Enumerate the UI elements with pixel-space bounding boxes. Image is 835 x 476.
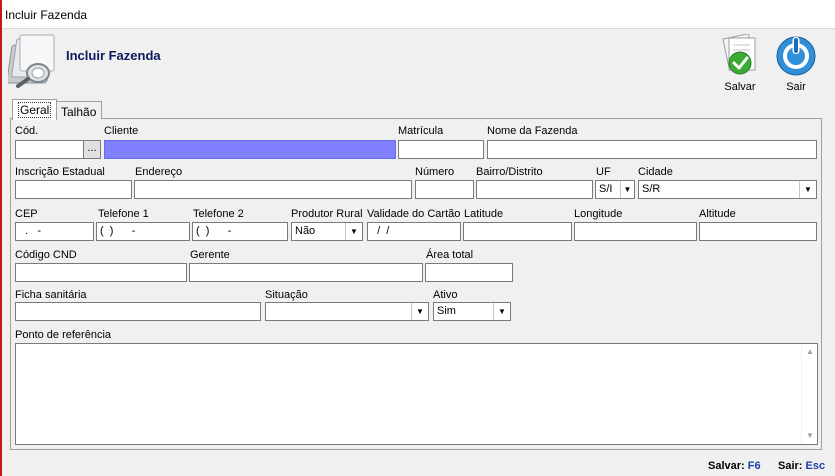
exit-button-label: Sair xyxy=(786,81,806,93)
tab-geral[interactable]: Geral xyxy=(12,99,58,120)
longitude-label: Longitude xyxy=(574,208,623,220)
altitude-label: Altitude xyxy=(699,208,736,220)
cod-lookup-button[interactable]: ... xyxy=(83,140,101,159)
latitude-input[interactable] xyxy=(463,222,572,241)
ficha-sanitaria-input[interactable] xyxy=(15,302,261,321)
uf-select-value: S/I xyxy=(599,183,613,195)
area-total-label: Área total xyxy=(426,249,474,261)
power-icon xyxy=(775,34,817,76)
latitude-label: Latitude xyxy=(464,208,504,220)
folder-magnifier-icon xyxy=(6,31,66,89)
window-edge-accent xyxy=(0,0,2,476)
ponto-referencia-label: Ponto de referência xyxy=(15,329,112,341)
numero-input[interactable] xyxy=(415,180,474,199)
codigo-cnd-label: Código CND xyxy=(15,249,77,261)
telefone2-input[interactable]: ( ) - xyxy=(192,222,288,241)
ponto-referencia-textarea[interactable]: ▲ ▼ xyxy=(15,343,818,445)
telefone1-input[interactable]: ( ) - xyxy=(96,222,190,241)
situacao-select[interactable]: ▼ xyxy=(265,302,429,321)
validade-cartao-label: Validade do Cartão xyxy=(367,208,461,220)
cidade-select[interactable]: S/R ▼ xyxy=(638,180,817,199)
status-save-text: Salvar: xyxy=(708,460,745,472)
telefone2-label: Telefone 2 xyxy=(193,208,244,220)
tab-geral-label: Geral xyxy=(18,102,52,118)
produtor-rural-select-value: Não xyxy=(295,225,316,237)
ativo-label: Ativo xyxy=(433,289,458,301)
uf-select[interactable]: S/I ▼ xyxy=(595,180,635,199)
status-exit-key: Esc xyxy=(805,460,826,472)
save-button-label: Salvar xyxy=(724,81,756,93)
status-bar: Salvar: F6 Sair: Esc xyxy=(0,455,835,476)
produtor-rural-select[interactable]: Não ▼ xyxy=(291,222,363,241)
tab-talhao[interactable]: Talhão xyxy=(55,101,103,120)
status-save-hint: Salvar: F6 xyxy=(708,460,761,472)
ficha-sanitaria-label: Ficha sanitária xyxy=(15,289,87,301)
window-titlebar[interactable]: Incluir Fazenda xyxy=(0,0,835,29)
situacao-label: Situação xyxy=(265,289,308,301)
bairro-label: Bairro/Distrito xyxy=(476,166,543,178)
bairro-input[interactable] xyxy=(476,180,593,199)
save-button[interactable]: Salvar xyxy=(716,33,764,94)
area-total-input[interactable] xyxy=(425,263,513,282)
textarea-scrollbar[interactable]: ▲ ▼ xyxy=(801,344,817,444)
exit-button[interactable]: Sair xyxy=(772,34,820,94)
chevron-down-icon[interactable]: ▼ xyxy=(620,181,634,198)
chevron-down-icon[interactable]: ▼ xyxy=(493,303,510,320)
cidade-select-value: S/R xyxy=(642,183,661,195)
uf-label: UF xyxy=(596,166,611,178)
status-exit-text: Sair: xyxy=(778,460,803,472)
check-icon xyxy=(720,33,760,76)
page-title: Incluir Fazenda xyxy=(66,48,161,63)
nome-fazenda-label: Nome da Fazenda xyxy=(487,125,578,137)
cliente-input[interactable] xyxy=(104,140,396,159)
chevron-down-icon[interactable]: ▼ xyxy=(411,303,428,320)
cep-label: CEP xyxy=(15,208,38,220)
chevron-down-icon[interactable]: ▼ xyxy=(345,223,362,240)
window-title: Incluir Fazenda xyxy=(5,8,88,22)
endereco-label: Endereço xyxy=(135,166,183,178)
validade-cartao-input[interactable]: / / xyxy=(367,222,461,241)
matricula-label: Matrícula xyxy=(398,125,444,137)
telefone1-label: Telefone 1 xyxy=(98,208,149,220)
gerente-label: Gerente xyxy=(190,249,230,261)
numero-label: Número xyxy=(415,166,455,178)
longitude-input[interactable] xyxy=(574,222,697,241)
gerente-input[interactable] xyxy=(189,263,423,282)
scroll-down-icon[interactable]: ▼ xyxy=(802,428,818,444)
matricula-input[interactable] xyxy=(398,140,484,159)
cliente-label: Cliente xyxy=(104,125,139,137)
chevron-down-icon[interactable]: ▼ xyxy=(799,181,816,198)
cidade-label: Cidade xyxy=(638,166,673,178)
ativo-select-value: Sim xyxy=(437,305,456,317)
ativo-select[interactable]: Sim ▼ xyxy=(433,302,511,321)
inscricao-estadual-label: Inscrição Estadual xyxy=(15,166,105,178)
endereco-input[interactable] xyxy=(134,180,412,199)
inscricao-estadual-input[interactable] xyxy=(15,180,132,199)
nome-fazenda-input[interactable] xyxy=(487,140,817,159)
altitude-input[interactable] xyxy=(699,222,817,241)
cod-label: Cód. xyxy=(15,125,39,137)
scroll-up-icon[interactable]: ▲ xyxy=(802,344,818,360)
codigo-cnd-input[interactable] xyxy=(15,263,187,282)
cep-input[interactable]: . - xyxy=(15,222,94,241)
produtor-rural-label: Produtor Rural xyxy=(291,208,363,220)
status-exit-hint: Sair: Esc xyxy=(778,460,825,472)
tab-talhao-label: Talhão xyxy=(61,105,97,119)
status-save-key: F6 xyxy=(747,460,761,472)
